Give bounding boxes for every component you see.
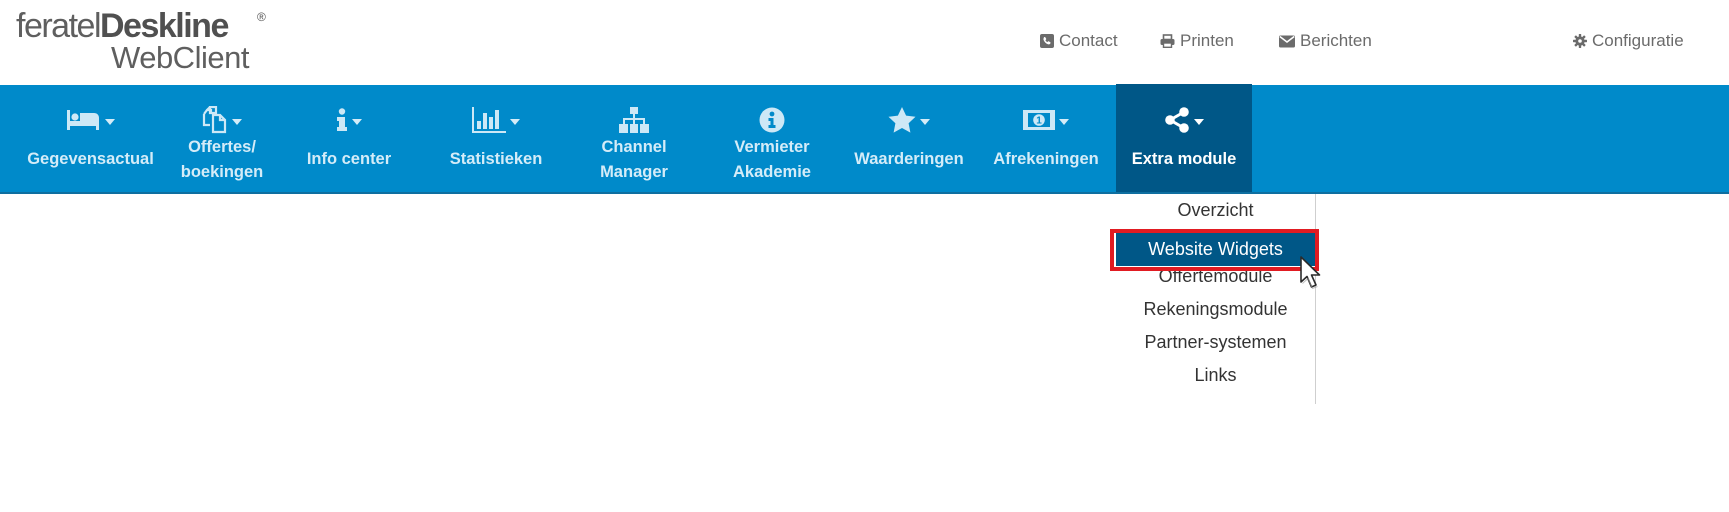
messages-label: Berichten [1300, 31, 1372, 50]
bed-icon [66, 108, 101, 137]
chevron-down-icon [1059, 119, 1069, 125]
nav-label-line1: Offertes/ [188, 138, 256, 156]
nav-item-offertes-boekingen[interactable]: Offertes/ boekingen [163, 85, 281, 192]
nav-item-channel-manager[interactable]: Channel Manager [575, 85, 693, 192]
dropdown-item-rekeningsmodule[interactable]: Rekeningsmodule [1116, 293, 1315, 326]
logo-brand-light: feratel [16, 7, 102, 45]
copy-documents-icon [202, 105, 228, 139]
info-circle-icon [759, 107, 785, 138]
dropdown-item-partner-systemen[interactable]: Partner-systemen [1116, 326, 1315, 359]
nav-label-line1: Channel [601, 138, 667, 156]
chevron-down-icon [232, 119, 242, 125]
dropdown-item-overzicht[interactable]: Overzicht [1116, 194, 1315, 227]
chevron-down-icon [104, 119, 115, 125]
nav-label: Statistieken [449, 150, 543, 168]
contact-label: Contact [1059, 31, 1118, 50]
extra-module-dropdown: Overzicht Website Widgets Offertemodule … [1116, 194, 1316, 404]
contact-link[interactable]: Contact [1040, 30, 1118, 52]
nav-label: Afrekeningen [993, 150, 1099, 168]
nav-item-afrekeningen[interactable]: 1 Afrekeningen [976, 85, 1116, 192]
nav-item-extra-module[interactable]: Extra module [1116, 84, 1252, 192]
chevron-down-icon [1194, 119, 1204, 125]
star-icon [888, 106, 916, 138]
configuration-link[interactable]: Configuratie [1573, 30, 1684, 52]
main-navigation: Gegevensactual Offertes/ boekingen Info … [0, 84, 1729, 194]
configuration-label: Configuratie [1592, 31, 1684, 50]
nav-item-gegevensactual[interactable]: Gegevensactual [18, 85, 163, 192]
dropdown-item-links[interactable]: Links [1116, 359, 1315, 392]
print-label: Printen [1180, 31, 1234, 50]
nav-item-statistieken[interactable]: Statistieken [417, 85, 575, 192]
envelope-icon [1279, 35, 1295, 48]
nav-label: Gegevensactual [27, 150, 154, 168]
app-logo[interactable]: feratelDeskline ® WebClient [16, 6, 276, 76]
nav-label-line1: Vermieter [734, 138, 810, 156]
money-bill-icon: 1 [1023, 109, 1055, 135]
info-i-icon [336, 107, 348, 137]
print-link[interactable]: Printen [1160, 30, 1234, 52]
nav-item-waarderingen[interactable]: Waarderingen [842, 85, 976, 192]
gear-icon [1573, 34, 1587, 48]
nav-label-line2: Manager [600, 163, 668, 181]
sitemap-icon [619, 106, 649, 138]
svg-text:1: 1 [1036, 115, 1042, 126]
phone-icon [1040, 34, 1054, 48]
nav-label: Info center [306, 150, 392, 168]
nav-item-vermieter-akademie[interactable]: Vermieter Akademie [712, 85, 832, 192]
chevron-down-icon [352, 119, 362, 125]
nav-item-info-center[interactable]: Info center [281, 85, 417, 192]
chevron-down-icon [920, 119, 930, 125]
messages-link[interactable]: Berichten [1279, 30, 1372, 52]
registered-mark: ® [257, 10, 266, 24]
chevron-down-icon [510, 119, 520, 125]
nav-label: Extra module [1131, 150, 1237, 168]
dropdown-item-offertemodule[interactable]: Offertemodule [1116, 260, 1315, 293]
share-alt-icon [1164, 106, 1190, 138]
logo-product: WebClient [111, 40, 249, 75]
dropdown-top-edge [1252, 84, 1316, 85]
nav-label-line2: boekingen [180, 163, 264, 181]
bar-chart-icon [472, 106, 506, 138]
print-icon [1160, 34, 1175, 48]
nav-label-line2: Akademie [733, 163, 811, 181]
nav-label: Waarderingen [854, 150, 964, 168]
